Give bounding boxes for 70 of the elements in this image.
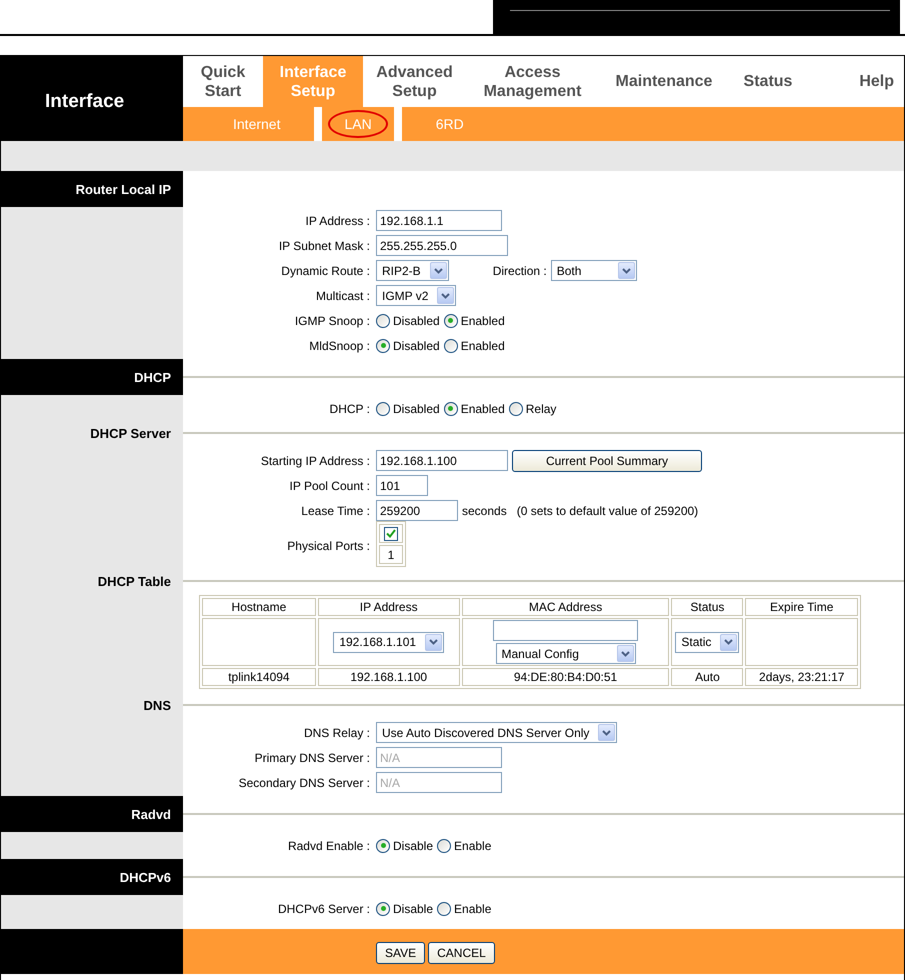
- nav-tab[interactable]: Quick Start: [183, 56, 263, 107]
- field-label: IGMP Snoop :: [294, 314, 371, 328]
- radio-label: Disable: [393, 902, 434, 916]
- radio-label: Enable: [454, 838, 492, 852]
- text-field[interactable]: 255.255.255.0: [376, 235, 508, 256]
- radio-label: Disabled: [393, 314, 440, 328]
- dropdown[interactable]: Use Auto Discovered DNS Server Only: [376, 722, 618, 743]
- nav-tab[interactable]: Status: [729, 56, 807, 107]
- radio-label: Disable: [393, 838, 434, 852]
- field-label: IP Address :: [304, 214, 371, 228]
- port-number: 1: [379, 545, 403, 564]
- radio-label: Disabled: [393, 402, 440, 416]
- table-cell: 94:DE:80:B4:D0:51: [462, 668, 670, 686]
- hint-text: (0 sets to default value of 259200): [516, 504, 698, 518]
- field-label: Multicast :: [314, 288, 371, 302]
- field-label: Lease Time :: [300, 504, 371, 518]
- pool-summary-button[interactable]: Current Pool Summary: [512, 450, 702, 472]
- form-button[interactable]: CANCEL: [428, 942, 495, 964]
- field-label: Radvd Enable :: [286, 838, 371, 852]
- text-field[interactable]: 192.168.1.100: [376, 450, 508, 471]
- form-button[interactable]: SAVE: [376, 942, 426, 964]
- table-cell: 2days, 23:21:17: [745, 668, 858, 686]
- field-label: Primary DNS Server :: [254, 750, 371, 764]
- field-label: IP Subnet Mask :: [278, 238, 371, 252]
- section-label: DHCP Server: [1, 422, 183, 444]
- field-label: Physical Ports :: [286, 539, 371, 553]
- column-header: MAC Address: [462, 598, 670, 616]
- nav-tab[interactable]: Access Management: [466, 56, 599, 107]
- nav-tab[interactable]: Advanced Setup: [363, 56, 466, 107]
- field-label: DHCPv6 Server :: [276, 902, 371, 916]
- field-label: Starting IP Address :: [260, 454, 371, 468]
- section-header: DHCP: [1, 359, 183, 395]
- radio-label: Enabled: [460, 338, 505, 352]
- table-cell: tplink14094: [202, 668, 316, 686]
- text-field[interactable]: 259200: [376, 500, 458, 521]
- radio-label: Enabled: [460, 402, 505, 416]
- column-header: Expire Time: [745, 598, 858, 616]
- section-label: DNS: [1, 694, 183, 716]
- radio-label: Relay: [526, 402, 556, 416]
- dropdown[interactable]: RIP2-B: [376, 260, 449, 281]
- hint-text: seconds: [462, 504, 507, 518]
- field-label: DHCP :: [328, 402, 371, 416]
- field-label: DNS Relay :: [302, 726, 371, 740]
- radio-label: Enabled: [460, 314, 505, 328]
- section-header: DHCPv6: [1, 859, 183, 895]
- column-header: Status: [671, 598, 744, 616]
- field-label: Secondary DNS Server :: [238, 776, 371, 790]
- radio-label: Enable: [454, 902, 492, 916]
- text-field[interactable]: 101: [376, 475, 428, 496]
- field-label: IP Pool Count :: [288, 478, 371, 492]
- nav-tab[interactable]: Maintenance: [599, 56, 729, 107]
- section-header: Router Local IP: [1, 171, 183, 207]
- dropdown[interactable]: Manual Config: [496, 643, 636, 664]
- text-field[interactable]: 192.168.1.1: [376, 210, 502, 231]
- column-header: IP Address: [318, 598, 460, 616]
- field-label: MldSnoop :: [308, 338, 371, 352]
- page-title: Interface: [1, 56, 183, 141]
- table-cell: Auto: [671, 668, 744, 686]
- table-cell: 192.168.1.100: [318, 668, 460, 686]
- dropdown[interactable]: IGMP v2: [376, 285, 456, 306]
- nav-tab[interactable]: Help: [807, 56, 904, 107]
- field-label: Dynamic Route :: [280, 264, 371, 278]
- section-header: Radvd: [1, 796, 183, 832]
- radio-label: Disabled: [393, 338, 440, 352]
- column-header: Hostname: [202, 598, 316, 616]
- field-label: Direction :: [492, 264, 547, 278]
- dropdown[interactable]: 192.168.1.101: [333, 632, 444, 652]
- section-label: DHCP Table: [1, 570, 183, 592]
- dropdown[interactable]: Static: [675, 632, 740, 652]
- dropdown[interactable]: Both: [550, 260, 637, 281]
